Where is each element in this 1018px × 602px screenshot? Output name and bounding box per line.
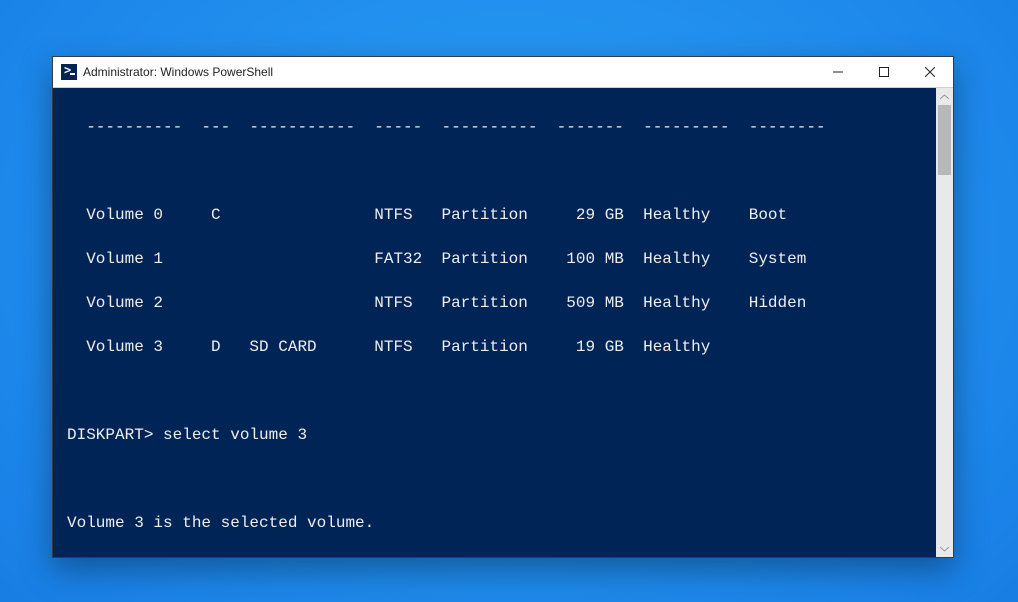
blank-line bbox=[67, 468, 936, 490]
maximize-button[interactable] bbox=[861, 57, 907, 87]
table-divider: ---------- --- ----------- ----- -------… bbox=[67, 116, 936, 138]
blank-line bbox=[67, 380, 936, 402]
close-icon bbox=[925, 67, 935, 77]
response-line: Volume 3 is the selected volume. bbox=[67, 512, 936, 534]
chevron-up-icon bbox=[940, 94, 949, 100]
powershell-window: Administrator: Windows PowerShell ------… bbox=[52, 56, 954, 558]
titlebar[interactable]: Administrator: Windows PowerShell bbox=[53, 57, 953, 88]
window-controls bbox=[815, 57, 953, 87]
scroll-down-button[interactable] bbox=[936, 540, 953, 557]
command-text: select volume 3 bbox=[163, 426, 307, 444]
minimize-icon bbox=[833, 67, 843, 77]
client-area: ---------- --- ----------- ----- -------… bbox=[53, 88, 953, 557]
terminal-output[interactable]: ---------- --- ----------- ----- -------… bbox=[53, 88, 936, 557]
scroll-up-button[interactable] bbox=[936, 88, 953, 105]
close-button[interactable] bbox=[907, 57, 953, 87]
scroll-thumb[interactable] bbox=[938, 105, 951, 175]
chevron-down-icon bbox=[940, 546, 949, 552]
table-row: Volume 0 C NTFS Partition 29 GB Healthy … bbox=[67, 204, 936, 226]
table-row: Volume 1 FAT32 Partition 100 MB Healthy … bbox=[67, 248, 936, 270]
vertical-scrollbar[interactable] bbox=[936, 88, 953, 557]
blank-line bbox=[67, 160, 936, 182]
table-row: Volume 2 NTFS Partition 509 MB Healthy H… bbox=[67, 292, 936, 314]
blank-line bbox=[67, 556, 936, 557]
maximize-icon bbox=[879, 67, 889, 77]
window-title: Administrator: Windows PowerShell bbox=[83, 65, 815, 79]
command-line: DISKPART> select volume 3 bbox=[67, 424, 936, 446]
powershell-icon bbox=[61, 64, 77, 80]
prompt: DISKPART> bbox=[67, 426, 163, 444]
minimize-button[interactable] bbox=[815, 57, 861, 87]
table-row: Volume 3 D SD CARD NTFS Partition 19 GB … bbox=[67, 336, 936, 358]
